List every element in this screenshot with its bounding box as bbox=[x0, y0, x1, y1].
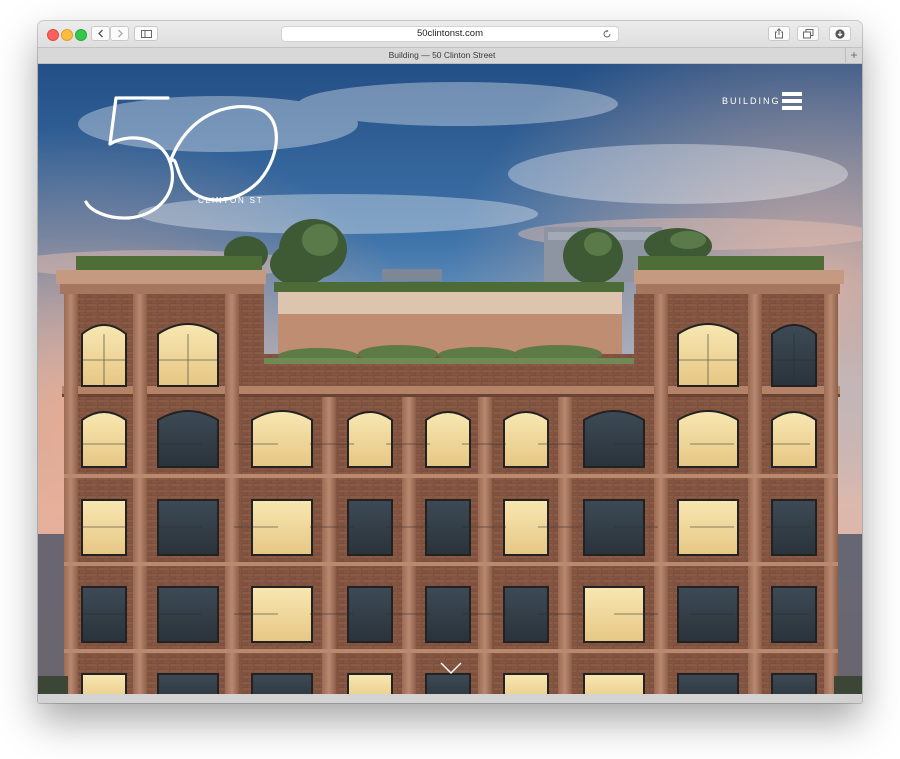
share-button[interactable] bbox=[768, 26, 790, 41]
tabs-overview-button[interactable] bbox=[797, 26, 819, 41]
chevron-down-icon[interactable] bbox=[440, 662, 462, 674]
tabs-overview-icon bbox=[802, 28, 813, 38]
maximize-window-button[interactable] bbox=[75, 29, 87, 41]
logo-subtitle: CLINTON ST bbox=[198, 196, 263, 205]
logo-number: 50 bbox=[78, 84, 80, 85]
web-content: 50 CLINTON ST BUILDING bbox=[38, 64, 862, 694]
nav-section-label[interactable]: BUILDING bbox=[722, 96, 781, 106]
logo-five-mark bbox=[84, 96, 174, 220]
address-bar[interactable]: 50clintonst.com bbox=[281, 26, 619, 42]
share-icon bbox=[775, 28, 783, 39]
close-window-button[interactable] bbox=[47, 29, 59, 41]
back-icon bbox=[97, 29, 103, 38]
url-text: 50clintonst.com bbox=[416, 28, 483, 39]
tab-bar: Building — 50 Clinton Street + bbox=[38, 47, 862, 64]
minimize-window-button[interactable] bbox=[61, 29, 73, 41]
active-tab[interactable]: Building — 50 Clinton Street bbox=[38, 48, 846, 63]
new-tab-icon[interactable]: + bbox=[845, 48, 862, 63]
hamburger-menu-icon[interactable] bbox=[782, 92, 802, 111]
forward-button[interactable] bbox=[110, 26, 129, 41]
site-logo[interactable]: 50 CLINTON ST bbox=[78, 84, 278, 224]
downloads-button[interactable] bbox=[829, 26, 851, 41]
window-bottom-edge bbox=[38, 694, 862, 703]
back-button[interactable] bbox=[91, 26, 110, 41]
forward-icon bbox=[117, 29, 123, 38]
browser-window: 50clintonst.com Building — 50 Clinton St… bbox=[38, 21, 862, 703]
browser-toolbar: 50clintonst.com bbox=[38, 21, 862, 47]
sidebar-button[interactable] bbox=[134, 26, 158, 41]
logo-zero-mark bbox=[168, 104, 278, 202]
reload-icon[interactable] bbox=[602, 29, 612, 39]
downloads-icon bbox=[835, 28, 845, 39]
sidebar-icon bbox=[140, 29, 152, 38]
